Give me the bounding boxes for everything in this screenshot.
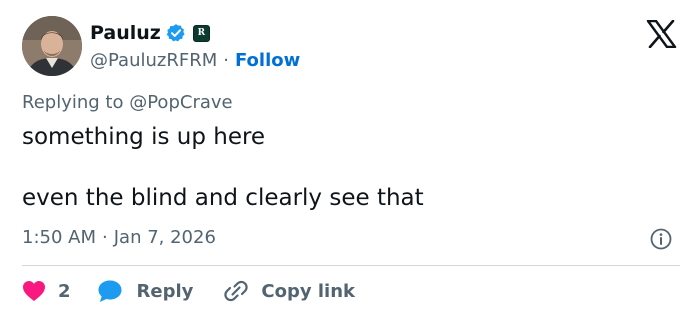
avatar[interactable] xyxy=(22,16,82,76)
tweet-timestamp[interactable]: 1:50 AM · Jan 7, 2026 xyxy=(22,227,216,248)
divider xyxy=(22,265,680,266)
author-handle[interactable]: @PauluzRFRM xyxy=(90,50,217,71)
author-handle-row: @PauluzRFRM · Follow xyxy=(90,48,300,72)
author-name-row: Pauluz R xyxy=(90,20,210,46)
verified-badge-icon xyxy=(166,23,186,43)
like-button[interactable]: 2 xyxy=(22,280,71,302)
tweet-card: Pauluz R @PauluzRFRM · Follow Replying t… xyxy=(0,0,700,318)
info-icon[interactable] xyxy=(649,227,673,251)
affiliate-badge-icon[interactable]: R xyxy=(192,24,210,42)
affiliate-badge-letter: R xyxy=(197,28,206,38)
tweet-date: Jan 7, 2026 xyxy=(113,227,216,248)
x-logo-icon[interactable] xyxy=(646,19,677,49)
timestamp-separator: · xyxy=(102,227,108,248)
follow-link[interactable]: Follow xyxy=(235,50,300,71)
reply-button[interactable]: Reply xyxy=(97,279,194,303)
handle-separator: · xyxy=(223,49,229,71)
author-display-name[interactable]: Pauluz xyxy=(90,22,161,44)
reply-context-prefix: Replying to xyxy=(22,92,124,113)
copy-link-button[interactable]: Copy link xyxy=(223,278,355,304)
reply-bubble-icon xyxy=(98,280,122,302)
like-count: 2 xyxy=(58,280,71,302)
copy-link-label: Copy link xyxy=(261,280,355,302)
reply-context-mention[interactable]: @PopCrave xyxy=(129,92,232,113)
link-icon xyxy=(224,280,249,302)
heart-icon xyxy=(23,281,45,301)
tweet-text-line-2: even the blind and clearly see that xyxy=(22,185,424,211)
tweet-text-line-1: something is up here xyxy=(22,124,266,150)
tweet-time: 1:50 AM xyxy=(22,227,96,248)
action-bar: 2 Reply Copy link xyxy=(22,276,355,306)
reply-context: Replying to @PopCrave xyxy=(22,92,233,113)
reply-label: Reply xyxy=(136,280,194,302)
